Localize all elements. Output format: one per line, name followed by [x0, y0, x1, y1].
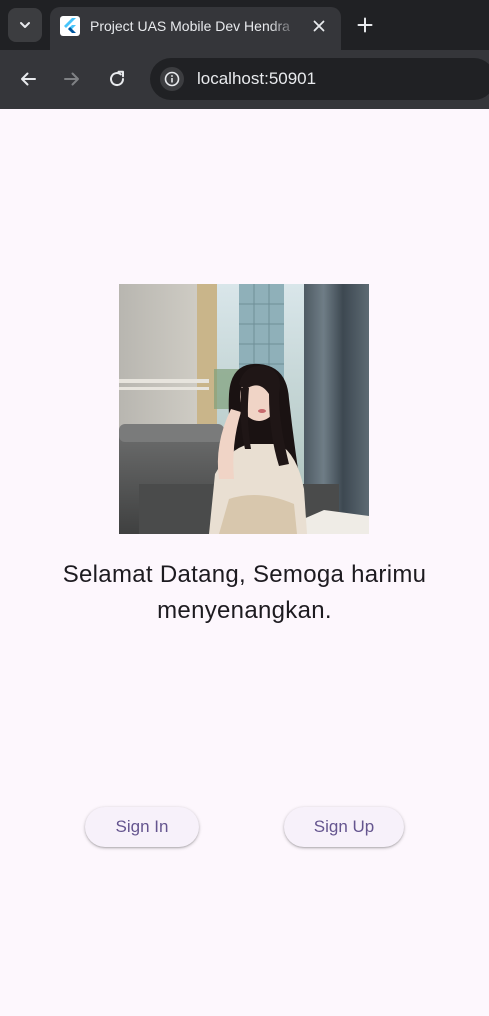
forward-button[interactable]	[60, 67, 84, 91]
active-tab[interactable]: Project UAS Mobile Dev Hendra	[50, 7, 341, 50]
sign-up-button[interactable]: Sign Up	[284, 807, 404, 847]
close-icon	[313, 20, 325, 32]
browser-toolbar: localhost:50901	[0, 50, 489, 109]
forward-arrow-icon	[64, 72, 79, 86]
plus-icon	[357, 17, 373, 33]
sign-in-button[interactable]: Sign In	[85, 807, 199, 847]
new-tab-button[interactable]	[352, 12, 378, 38]
back-arrow-icon	[21, 72, 36, 86]
back-button[interactable]	[16, 67, 40, 91]
address-bar[interactable]: localhost:50901	[150, 58, 489, 100]
flutter-icon	[60, 16, 80, 36]
reload-icon	[110, 70, 125, 87]
info-icon	[164, 71, 180, 87]
tab-title: Project UAS Mobile Dev Hendra	[90, 18, 290, 34]
reload-button[interactable]	[105, 67, 129, 91]
profile-photo	[119, 284, 369, 534]
welcome-page: Selamat Datang, Semoga harimu menyenangk…	[0, 109, 489, 1016]
url-text[interactable]: localhost:50901	[197, 69, 316, 89]
tab-strip: Project UAS Mobile Dev Hendra	[0, 0, 489, 50]
close-tab-button[interactable]	[308, 15, 330, 37]
site-info-button[interactable]	[160, 67, 184, 91]
tab-search-button[interactable]	[8, 8, 42, 42]
welcome-message: Selamat Datang, Semoga harimu menyenangk…	[62, 561, 427, 624]
chevron-down-icon	[20, 22, 30, 28]
